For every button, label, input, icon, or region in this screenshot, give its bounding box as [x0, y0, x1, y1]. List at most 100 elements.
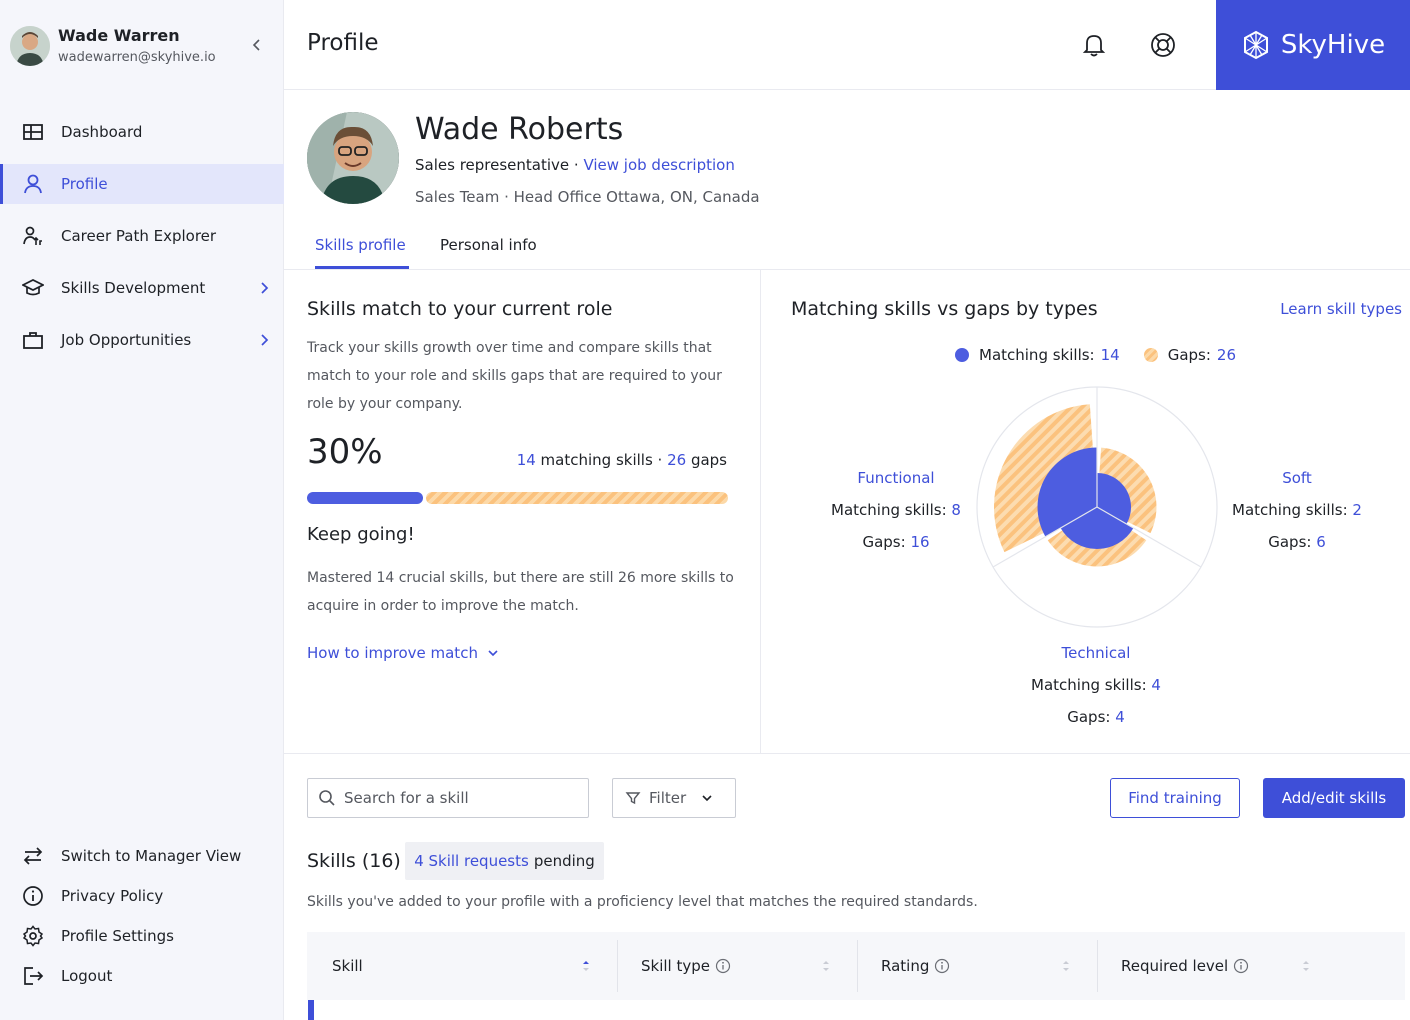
info-icon [22, 885, 44, 907]
category-matching: Matching skills: 2 [1217, 494, 1377, 526]
matching-prefix: Matching skills: [1232, 501, 1353, 519]
top-header: Profile SkyHive [284, 0, 1410, 90]
category-matching-value: 4 [1151, 676, 1161, 694]
profile-photo [307, 112, 399, 204]
skills-table-header: Skill Skill type Rating Required level [307, 932, 1405, 1000]
skills-match-description: Track your skills growth over time and c… [307, 340, 722, 412]
chevron-right-icon [256, 332, 272, 348]
sort-icon[interactable] [1061, 958, 1071, 974]
column-header-skill-type[interactable]: Skill type [641, 932, 731, 1000]
sidebar-item-label: Career Path Explorer [61, 227, 217, 245]
column-label: Skill type [641, 957, 710, 975]
gaps-prefix: Gaps: [862, 533, 911, 551]
sidebar-item-career-path-explorer[interactable]: Career Path Explorer [0, 216, 284, 256]
category-matching: Matching skills: 8 [816, 494, 976, 526]
user-email: wadewarren@skyhive.io [58, 50, 216, 65]
sidebar-item-label: Switch to Manager View [61, 847, 242, 865]
matching-prefix: Matching skills: [1031, 676, 1152, 694]
how-to-improve-label: How to improve match [307, 644, 478, 662]
gaps-label: gaps [686, 451, 727, 469]
tab-skills-profile[interactable]: Skills profile [315, 236, 406, 254]
skill-requests-link[interactable]: 4 Skill requests [414, 852, 529, 870]
column-separator [857, 940, 858, 992]
sidebar-item-label: Logout [61, 967, 113, 985]
matching-prefix: Matching skills: [831, 501, 952, 519]
dashboard-icon [22, 121, 44, 143]
sidebar-item-profile[interactable]: Profile [0, 164, 284, 204]
bell-icon[interactable] [1081, 32, 1107, 58]
gear-icon [22, 925, 44, 947]
category-label-soft: Soft Matching skills: 2 Gaps: 6 [1217, 462, 1377, 558]
sidebar-item-job-opportunities[interactable]: Job Opportunities [0, 320, 284, 360]
legend-matching-value: 14 [1100, 346, 1120, 364]
pending-requests-badge: 4 Skill requests pending [405, 842, 604, 880]
page-title: Profile [307, 30, 379, 56]
swap-icon [22, 845, 44, 867]
gaps-prefix: Gaps: [1268, 533, 1317, 551]
category-name: Soft [1282, 469, 1312, 487]
chart-legend: Matching skills: 14 Gaps: 26 [955, 346, 1236, 364]
sidebar-item-label: Dashboard [61, 123, 143, 141]
briefcase-icon [22, 329, 44, 351]
skill-search-input[interactable]: Search for a skill [307, 778, 589, 818]
sidebar-item-switch-manager-view[interactable]: Switch to Manager View [0, 836, 284, 876]
category-gaps-value: 4 [1115, 708, 1125, 726]
filter-label: Filter [649, 789, 687, 807]
user-card[interactable]: Wade Warren wadewarren@skyhive.io [10, 26, 280, 66]
help-lifebuoy-icon[interactable] [1150, 32, 1176, 58]
divider [760, 270, 761, 753]
sidebar-item-privacy-policy[interactable]: Privacy Policy [0, 876, 284, 916]
profile-name: Wade Roberts [415, 112, 624, 147]
encourage-text: Mastered 14 crucial skills, but there ar… [307, 570, 734, 614]
encourage-title: Keep going! [307, 524, 415, 545]
sidebar-item-profile-settings[interactable]: Profile Settings [0, 916, 284, 956]
learn-skill-types-link[interactable]: Learn skill types [1280, 300, 1402, 318]
sidebar-item-label: Job Opportunities [61, 331, 192, 349]
info-icon[interactable] [715, 958, 731, 974]
sort-icon[interactable] [821, 958, 831, 974]
search-icon [319, 790, 335, 806]
sort-icon[interactable] [1301, 958, 1311, 974]
divider [284, 269, 1410, 270]
column-separator [617, 940, 618, 992]
category-gaps-value: 6 [1316, 533, 1326, 551]
logout-icon [22, 965, 44, 987]
add-edit-skills-button[interactable]: Add/edit skills [1263, 778, 1405, 818]
column-header-rating[interactable]: Rating [881, 932, 950, 1000]
sidebar-item-logout[interactable]: Logout [0, 956, 284, 996]
brand-name: SkyHive [1280, 30, 1386, 60]
matching-label: matching skills · [535, 451, 668, 469]
skyhive-logo-icon [1243, 30, 1268, 60]
avatar [10, 26, 50, 66]
skills-description: Skills you've added to your profile with… [307, 894, 978, 910]
how-to-improve-link[interactable]: How to improve match [307, 644, 500, 662]
sort-icon[interactable] [581, 958, 591, 974]
view-job-description-link[interactable]: View job description [583, 156, 734, 174]
table-row-accent [308, 1000, 314, 1020]
tab-personal-info[interactable]: Personal info [440, 236, 537, 254]
category-gaps-value: 16 [910, 533, 930, 551]
match-percentage: 30% [307, 432, 383, 472]
column-header-skill[interactable]: Skill [332, 932, 363, 1000]
user-icon [22, 173, 44, 195]
sidebar-item-dashboard[interactable]: Dashboard [0, 112, 284, 152]
chevron-right-icon [256, 280, 272, 296]
sidebar-item-label: Profile Settings [61, 927, 174, 945]
sidebar-item-skills-development[interactable]: Skills Development [0, 268, 284, 308]
gaps-progress-bar [426, 492, 728, 504]
info-icon[interactable] [934, 958, 950, 974]
chevron-left-icon[interactable] [248, 36, 266, 54]
chevron-down-icon [488, 650, 498, 657]
filter-dropdown[interactable]: Filter [612, 778, 736, 818]
profile-role-line: Sales representative · View job descript… [415, 156, 735, 174]
column-label: Rating [881, 957, 930, 975]
sidebar-item-label: Skills Development [61, 279, 206, 297]
divider [284, 753, 1410, 754]
find-training-button[interactable]: Find training [1110, 778, 1240, 818]
legend-matching-swatch [955, 348, 969, 362]
user-name: Wade Warren [58, 26, 180, 45]
column-header-required-level[interactable]: Required level [1121, 932, 1249, 1000]
main-nav: Dashboard Profile Career Path Explorer S… [0, 112, 284, 372]
secondary-nav: Switch to Manager View Privacy Policy Pr… [0, 836, 284, 996]
info-icon[interactable] [1233, 958, 1249, 974]
